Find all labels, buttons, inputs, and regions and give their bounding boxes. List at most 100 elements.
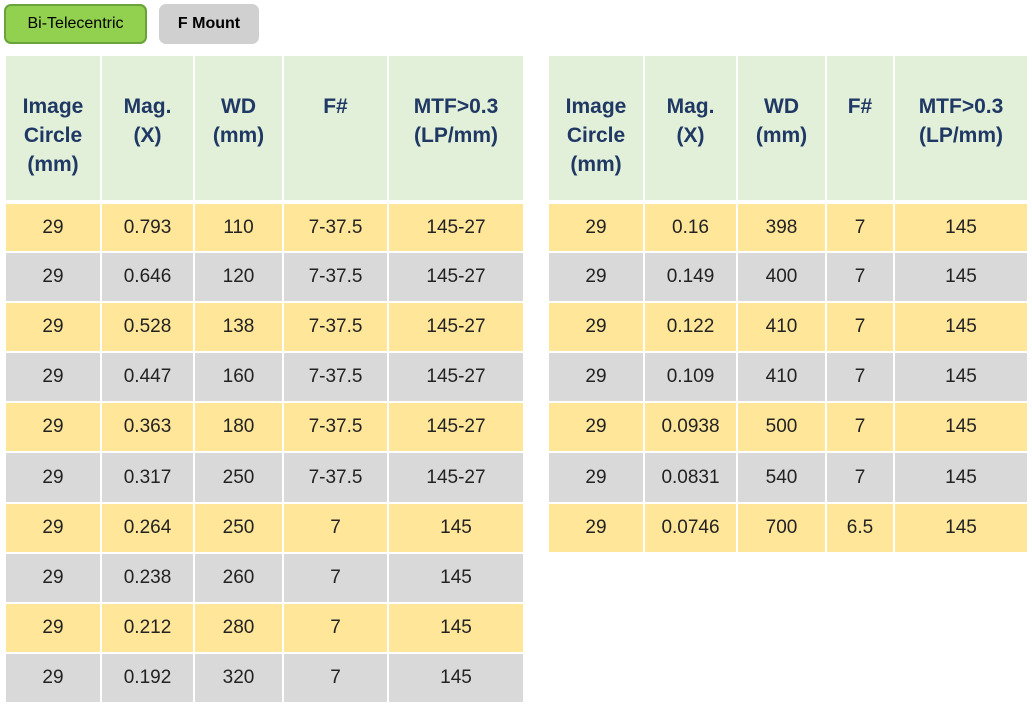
- cell-wd: 110: [194, 199, 284, 254]
- cell-wd: 280: [194, 602, 284, 654]
- bi-telecentric-tag[interactable]: Bi-Telecentric: [4, 4, 147, 44]
- cell-image-circle: 29: [6, 302, 102, 354]
- cell-wd: 260: [194, 552, 284, 604]
- cell-image-circle: 29: [6, 602, 102, 654]
- table-row: 29 0.793 110 7-37.5 145-27: [6, 199, 523, 254]
- cell-f-number: 6.5: [826, 502, 895, 554]
- cell-f-number: 7: [283, 502, 389, 554]
- cell-f-number: 7-37.5: [283, 302, 389, 354]
- table-row: 29 0.0938 500 7 145: [549, 402, 1027, 454]
- cell-mag: 0.238: [101, 552, 195, 604]
- cell-wd: 180: [194, 402, 284, 454]
- cell-mtf: 145: [894, 402, 1027, 454]
- table-row: 29 0.16 398 7 145: [549, 199, 1027, 254]
- col-header-f-number: F#: [283, 56, 389, 202]
- cell-mtf: 145: [894, 199, 1027, 254]
- cell-image-circle: 29: [6, 199, 102, 254]
- cell-mag: 0.264: [101, 502, 195, 554]
- cell-wd: 700: [737, 502, 827, 554]
- cell-image-circle: 29: [6, 252, 102, 304]
- cell-mtf: 145: [388, 552, 523, 604]
- cell-f-number: 7-37.5: [283, 452, 389, 504]
- cell-image-circle: 29: [549, 452, 645, 504]
- cell-image-circle: 29: [6, 452, 102, 504]
- cell-image-circle: 29: [6, 652, 102, 704]
- cell-wd: 400: [737, 252, 827, 304]
- cell-mag: 0.0831: [644, 452, 738, 504]
- cell-image-circle: 29: [549, 199, 645, 254]
- cell-image-circle: 29: [6, 402, 102, 454]
- header-row: Image Circle (mm) Mag. (X) WD (mm) F# MTF>0.…: [549, 56, 1027, 202]
- table-row: 29 0.264 250 7 145: [6, 502, 523, 554]
- cell-mag: 0.793: [101, 199, 195, 254]
- table-row: 29 0.238 260 7 145: [6, 552, 523, 604]
- cell-mag: 0.16: [644, 199, 738, 254]
- cell-wd: 250: [194, 502, 284, 554]
- cell-wd: 410: [737, 302, 827, 354]
- cell-mag: 0.122: [644, 302, 738, 354]
- cell-image-circle: 29: [6, 502, 102, 554]
- f-mount-tag[interactable]: F Mount: [159, 4, 259, 44]
- cell-f-number: 7-37.5: [283, 252, 389, 304]
- bi-telecentric-label: Bi-Telecentric: [27, 15, 124, 32]
- cell-f-number: 7-37.5: [283, 402, 389, 454]
- cell-f-number: 7: [283, 552, 389, 604]
- cell-f-number: 7-37.5: [283, 352, 389, 404]
- cell-image-circle: 29: [549, 352, 645, 404]
- cell-f-number: 7: [826, 302, 895, 354]
- col-header-image-circle: Image Circle (mm): [549, 56, 645, 202]
- col-header-mtf: MTF>0.3 (LP/mm): [388, 56, 523, 202]
- table-row: 29 0.0746 700 6.5 145: [549, 502, 1027, 554]
- cell-mtf: 145: [388, 652, 523, 704]
- table-row: 29 0.122 410 7 145: [549, 302, 1027, 354]
- cell-mtf: 145: [388, 502, 523, 554]
- cell-f-number: 7-37.5: [283, 199, 389, 254]
- cell-mag: 0.212: [101, 602, 195, 654]
- cell-mag: 0.363: [101, 402, 195, 454]
- cell-f-number: 7: [826, 452, 895, 504]
- table-row: 29 0.363 180 7-37.5 145-27: [6, 402, 523, 454]
- cell-wd: 160: [194, 352, 284, 404]
- cell-mtf: 145: [894, 452, 1027, 504]
- cell-wd: 540: [737, 452, 827, 504]
- cell-wd: 500: [737, 402, 827, 454]
- cell-wd: 320: [194, 652, 284, 704]
- cell-mtf: 145: [894, 302, 1027, 354]
- cell-wd: 138: [194, 302, 284, 354]
- col-header-mtf: MTF>0.3 (LP/mm): [894, 56, 1027, 202]
- cell-mag: 0.447: [101, 352, 195, 404]
- cell-mag: 0.0938: [644, 402, 738, 454]
- cell-mtf: 145: [894, 252, 1027, 304]
- spec-table-left: Image Circle (mm) Mag. (X) WD (mm) F# MTF>0.…: [6, 56, 523, 704]
- col-header-wd: WD (mm): [194, 56, 284, 202]
- cell-image-circle: 29: [6, 552, 102, 604]
- cell-wd: 398: [737, 199, 827, 254]
- cell-mag: 0.192: [101, 652, 195, 704]
- table-row: 29 0.317 250 7-37.5 145-27: [6, 452, 523, 504]
- cell-f-number: 7: [283, 602, 389, 654]
- table-row: 29 0.212 280 7 145: [6, 602, 523, 654]
- cell-mtf: 145-27: [388, 402, 523, 454]
- header-row: Image Circle (mm) Mag. (X) WD (mm) F# MTF>0.…: [6, 56, 523, 202]
- table-row: 29 0.149 400 7 145: [549, 252, 1027, 304]
- cell-mag: 0.317: [101, 452, 195, 504]
- cell-mtf: 145: [894, 352, 1027, 404]
- cell-wd: 120: [194, 252, 284, 304]
- table-row: 29 0.109 410 7 145: [549, 352, 1027, 404]
- col-header-f-number: F#: [826, 56, 895, 202]
- cell-mag: 0.646: [101, 252, 195, 304]
- spec-table-right: Image Circle (mm) Mag. (X) WD (mm) F# MTF>0.…: [549, 56, 1027, 554]
- cell-mtf: 145-27: [388, 452, 523, 504]
- cell-mtf: 145: [894, 502, 1027, 554]
- cell-mtf: 145-27: [388, 252, 523, 304]
- cell-wd: 250: [194, 452, 284, 504]
- cell-wd: 410: [737, 352, 827, 404]
- f-mount-label: F Mount: [177, 15, 241, 32]
- cell-image-circle: 29: [549, 502, 645, 554]
- cell-image-circle: 29: [549, 252, 645, 304]
- cell-f-number: 7: [826, 252, 895, 304]
- cell-mtf: 145-27: [388, 302, 523, 354]
- cell-f-number: 7: [283, 652, 389, 704]
- cell-f-number: 7: [826, 402, 895, 454]
- cell-mag: 0.528: [101, 302, 195, 354]
